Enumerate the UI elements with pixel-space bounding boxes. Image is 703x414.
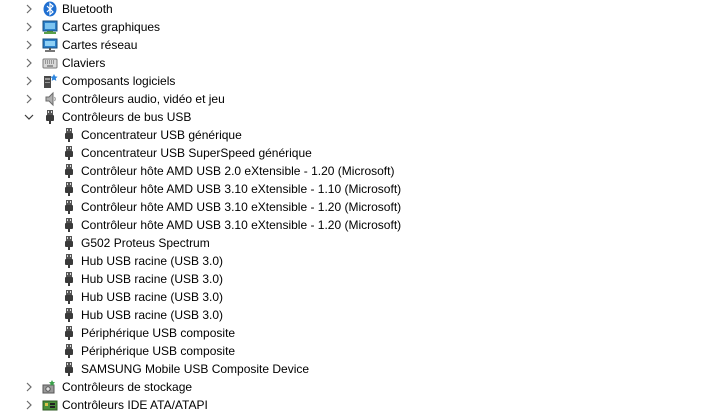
chevron-right-icon[interactable] (23, 18, 35, 36)
tree-item-label: Composants logiciels (62, 74, 176, 88)
display-adapter-icon (42, 19, 58, 35)
tree-item-ide-controllers[interactable]: Contrôleurs IDE ATA/ATAPI (0, 396, 703, 414)
usb-plug-icon (61, 235, 77, 251)
usb-plug-icon (42, 109, 58, 125)
usb-plug-icon (61, 289, 77, 305)
tree-item-label: Concentrateur USB SuperSpeed générique (81, 146, 312, 160)
tree-item-label: Cartes graphiques (62, 20, 161, 34)
tree-item-usb-device[interactable]: Concentrateur USB générique (0, 126, 703, 144)
usb-plug-icon (61, 253, 77, 269)
tree-item-usb-device[interactable]: Contrôleur hôte AMD USB 3.10 eXtensible … (0, 198, 703, 216)
tree-item-label: Hub USB racine (USB 3.0) (81, 272, 224, 286)
tree-item-usb-device[interactable]: Hub USB racine (USB 3.0) (0, 252, 703, 270)
usb-plug-icon (61, 271, 77, 287)
usb-plug-icon (61, 145, 77, 161)
tree-item-usb-device[interactable]: Hub USB racine (USB 3.0) (0, 306, 703, 324)
chevron-right-icon[interactable] (23, 0, 35, 18)
tree-item-label: Contrôleur hôte AMD USB 3.10 eXtensible … (81, 200, 402, 214)
chevron-right-icon[interactable] (23, 54, 35, 72)
tree-item-label: Cartes réseau (62, 38, 138, 52)
tree-item-usb-device[interactable]: Contrôleur hôte AMD USB 2.0 eXtensible -… (0, 162, 703, 180)
usb-plug-icon (61, 361, 77, 377)
speaker-icon (42, 91, 58, 107)
tree-item-usb-device[interactable]: Périphérique USB composite (0, 324, 703, 342)
keyboard-icon (42, 55, 58, 71)
tree-item-label: Claviers (62, 56, 106, 70)
usb-plug-icon (61, 343, 77, 359)
tree-item-usb-controllers[interactable]: Contrôleurs de bus USB (0, 108, 703, 126)
tree-item-usb-device[interactable]: Contrôleur hôte AMD USB 3.10 eXtensible … (0, 216, 703, 234)
tree-item-keyboards[interactable]: Claviers (0, 54, 703, 72)
tree-item-bluetooth[interactable]: Bluetooth (0, 0, 703, 18)
tree-item-label: Contrôleurs de stockage (62, 380, 193, 394)
tree-item-label: Concentrateur USB générique (81, 128, 242, 142)
ide-controller-icon (42, 397, 58, 413)
usb-plug-icon (61, 127, 77, 143)
chevron-right-icon[interactable] (23, 36, 35, 54)
bluetooth-icon (42, 1, 58, 17)
chevron-right-icon[interactable] (23, 378, 35, 396)
software-component-icon (42, 73, 58, 89)
tree-item-label: Contrôleur hôte AMD USB 2.0 eXtensible -… (81, 164, 395, 178)
usb-plug-icon (61, 325, 77, 341)
tree-item-usb-device[interactable]: Hub USB racine (USB 3.0) (0, 270, 703, 288)
tree-item-usb-device[interactable]: Contrôleur hôte AMD USB 3.10 eXtensible … (0, 180, 703, 198)
tree-item-software-components[interactable]: Composants logiciels (0, 72, 703, 90)
tree-item-label: Hub USB racine (USB 3.0) (81, 254, 224, 268)
usb-plug-icon (61, 307, 77, 323)
chevron-right-icon[interactable] (23, 90, 35, 108)
tree-item-label: Contrôleur hôte AMD USB 3.10 eXtensible … (81, 218, 402, 232)
tree-item-label: G502 Proteus Spectrum (81, 236, 210, 250)
device-tree: Bluetooth Cartes graphiques Cartes résea… (0, 0, 703, 413)
storage-controller-icon (42, 379, 58, 395)
chevron-right-icon[interactable] (23, 396, 35, 414)
tree-item-label: Périphérique USB composite (81, 326, 236, 340)
usb-plug-icon (61, 181, 77, 197)
tree-item-label: Bluetooth (62, 2, 113, 16)
tree-item-label: Hub USB racine (USB 3.0) (81, 290, 224, 304)
tree-item-label: Contrôleur hôte AMD USB 3.10 eXtensible … (81, 182, 402, 196)
chevron-right-icon[interactable] (23, 72, 35, 90)
tree-item-audio-video-controllers[interactable]: Contrôleurs audio, vidéo et jeu (0, 90, 703, 108)
usb-plug-icon (61, 163, 77, 179)
tree-item-label: Périphérique USB composite (81, 344, 236, 358)
chevron-down-icon[interactable] (23, 108, 35, 126)
tree-item-label: Contrôleurs de bus USB (62, 110, 192, 124)
tree-item-usb-device[interactable]: Hub USB racine (USB 3.0) (0, 288, 703, 306)
usb-plug-icon (61, 199, 77, 215)
tree-item-network-adapters[interactable]: Cartes réseau (0, 36, 703, 54)
tree-item-label: Hub USB racine (USB 3.0) (81, 308, 224, 322)
tree-item-label: Contrôleurs IDE ATA/ATAPI (62, 398, 208, 412)
tree-item-label: Contrôleurs audio, vidéo et jeu (62, 92, 225, 106)
tree-item-display-adapters[interactable]: Cartes graphiques (0, 18, 703, 36)
tree-item-usb-device[interactable]: SAMSUNG Mobile USB Composite Device (0, 360, 703, 378)
tree-item-usb-device[interactable]: Périphérique USB composite (0, 342, 703, 360)
tree-item-storage-controllers[interactable]: Contrôleurs de stockage (0, 378, 703, 396)
tree-item-usb-device[interactable]: G502 Proteus Spectrum (0, 234, 703, 252)
usb-plug-icon (61, 217, 77, 233)
tree-item-label: SAMSUNG Mobile USB Composite Device (81, 362, 310, 376)
tree-item-usb-device[interactable]: Concentrateur USB SuperSpeed générique (0, 144, 703, 162)
network-adapter-icon (42, 37, 58, 53)
